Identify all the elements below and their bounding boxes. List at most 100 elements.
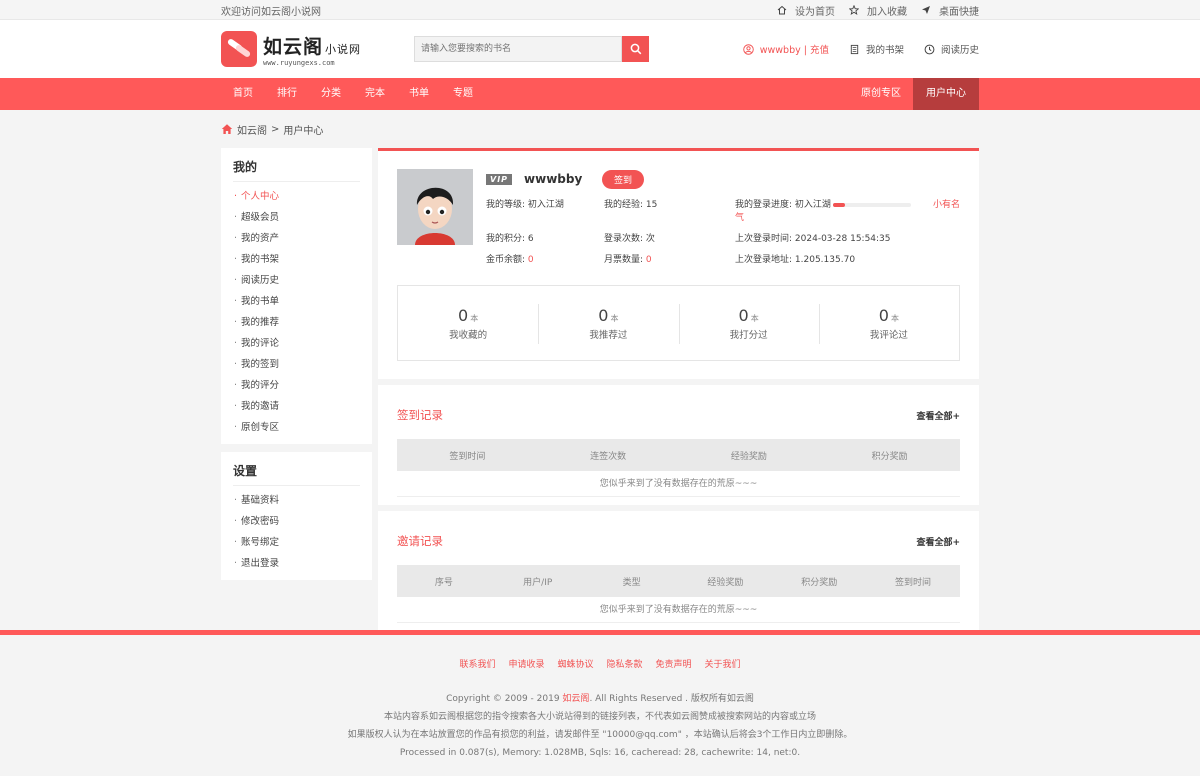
sidebar-item-personal-center[interactable]: 个人中心 bbox=[233, 186, 360, 207]
login-progress-bar bbox=[832, 202, 911, 207]
signin-record-card: 签到记录 查看全部+ 签到时间 连签次数 经验奖励 积分奖励 您似乎来到了没有数… bbox=[378, 385, 979, 505]
nav-category[interactable]: 分类 bbox=[309, 78, 353, 110]
signin-empty-message: 您似乎来到了没有数据存在的荒原~~~ bbox=[397, 471, 960, 497]
exp-label: 我的经验: bbox=[604, 200, 644, 210]
level-value: 初入江湖 bbox=[527, 200, 564, 210]
user-account-link[interactable]: wwwbby | 充值 bbox=[743, 42, 829, 56]
search-bar bbox=[414, 36, 649, 62]
column-header: 用户/IP bbox=[523, 577, 553, 588]
sidebar-item-invites[interactable]: 我的邀请 bbox=[233, 396, 360, 417]
footer-link-privacy[interactable]: 隐私条款 bbox=[607, 657, 643, 670]
exp-value: 15 bbox=[645, 200, 658, 210]
sidebar-item-signin[interactable]: 我的签到 bbox=[233, 354, 360, 375]
footer-brand-link[interactable]: 如云阁 bbox=[562, 694, 589, 704]
profile-username: wwwbby bbox=[524, 172, 583, 186]
signin-view-all-link[interactable]: 查看全部+ bbox=[916, 409, 960, 422]
nav-user-center[interactable]: 用户中心 bbox=[913, 78, 979, 110]
coins-label: 金币余额: bbox=[486, 255, 526, 265]
site-footer: 联系我们 申请收录 蜘蛛协议 隐私条款 免责声明 关于我们 Copyright … bbox=[0, 630, 1200, 776]
column-header: 积分奖励 bbox=[801, 577, 838, 588]
sidebar-item-ratings[interactable]: 我的评分 bbox=[233, 375, 360, 396]
signin-table-header: 签到时间 连签次数 经验奖励 积分奖励 bbox=[397, 439, 960, 471]
search-icon bbox=[630, 43, 641, 55]
last-login-time: 2024-03-28 15:54:35 bbox=[794, 234, 891, 244]
footer-processing-info: Processed in 0.087(s), Memory: 1.028MB, … bbox=[399, 748, 801, 758]
sidebar-item-recommend[interactable]: 我的推荐 bbox=[233, 312, 360, 333]
sidebar-item-change-password[interactable]: 修改密码 bbox=[233, 511, 360, 532]
breadcrumb-home[interactable]: 如云阁 bbox=[237, 122, 267, 137]
logins-value: 次 bbox=[645, 234, 655, 244]
progress-label: 我的登录进度: bbox=[735, 200, 793, 210]
content-area: VIP wwwbby 签到 我的等级: 初入江湖 我的经验: 15 我的登录进度… bbox=[378, 148, 979, 637]
nav-home[interactable]: 首页 bbox=[221, 78, 265, 110]
count-rated[interactable]: 0本 我打分过 bbox=[678, 286, 819, 360]
logins-label: 登录次数: bbox=[604, 234, 644, 244]
nav-booklist[interactable]: 书单 bbox=[397, 78, 441, 110]
sidebar-settings-title: 设置 bbox=[233, 462, 360, 486]
set-homepage-link[interactable]: 设为首页 bbox=[777, 3, 835, 18]
sidebar-item-history[interactable]: 阅读历史 bbox=[233, 270, 360, 291]
column-header: 签到时间 bbox=[895, 577, 932, 588]
home-icon bbox=[221, 124, 233, 134]
top-bar: 欢迎访问如云阁小说网 设为首页 加入收藏 桌面快捷 bbox=[0, 0, 1200, 20]
column-header: 积分奖励 bbox=[871, 451, 908, 462]
invite-table-header: 序号 用户/IP 类型 经验奖励 积分奖励 签到时间 bbox=[397, 565, 960, 597]
profile-stats: 我的等级: 初入江湖 我的经验: 15 我的登录进度: 初入江湖 小有名气 我的积… bbox=[486, 197, 960, 265]
signin-button[interactable]: 签到 bbox=[602, 169, 645, 189]
search-input[interactable] bbox=[414, 36, 622, 62]
bookshelf-link[interactable]: 我的书架 bbox=[849, 42, 904, 56]
signin-record-title: 签到记录 bbox=[397, 408, 443, 422]
nav-ranking[interactable]: 排行 bbox=[265, 78, 309, 110]
search-button[interactable] bbox=[622, 36, 649, 62]
history-link[interactable]: 阅读历史 bbox=[924, 42, 979, 56]
nav-original[interactable]: 原创专区 bbox=[849, 78, 913, 110]
star-icon bbox=[849, 5, 859, 15]
book-icon bbox=[850, 44, 859, 54]
desktop-shortcut-link[interactable]: 桌面快捷 bbox=[921, 3, 979, 18]
breadcrumb: 如云阁 > 用户中心 bbox=[221, 110, 979, 148]
sidebar-item-comments[interactable]: 我的评论 bbox=[233, 333, 360, 354]
logo-url: www.ruyungexs.com bbox=[263, 58, 335, 67]
nav-topics[interactable]: 专题 bbox=[441, 78, 485, 110]
invite-view-all-link[interactable]: 查看全部+ bbox=[916, 535, 960, 548]
footer-link-contact[interactable]: 联系我们 bbox=[459, 657, 495, 670]
clock-icon bbox=[924, 44, 935, 54]
tickets-label: 月票数量: bbox=[604, 255, 644, 265]
sidebar-item-account-binding[interactable]: 账号绑定 bbox=[233, 532, 360, 553]
footer-copyright-notice: 如果版权人认为在本站放置您的作品有损您的利益，请发邮件至 "10000@qq.c… bbox=[347, 730, 853, 740]
sidebar-item-logout[interactable]: 退出登录 bbox=[233, 553, 360, 574]
last-login-ip: 1.205.135.70 bbox=[794, 255, 856, 265]
sidebar-item-super-member[interactable]: 超级会员 bbox=[233, 207, 360, 228]
vip-badge: VIP bbox=[486, 173, 513, 185]
main-nav: 首页 排行 分类 完本 书单 专题 原创专区 用户中心 bbox=[0, 78, 1200, 110]
sidebar: 我的 个人中心 超级会员 我的资产 我的书架 阅读历史 我的书单 我的推荐 我的… bbox=[221, 148, 372, 588]
count-recommended[interactable]: 0本 我推荐过 bbox=[538, 286, 678, 360]
tickets-value: 0 bbox=[645, 255, 652, 265]
sidebar-item-basic-info[interactable]: 基础资料 bbox=[233, 490, 360, 511]
footer-link-disclaimer[interactable]: 免责声明 bbox=[656, 657, 692, 670]
breadcrumb-separator: > bbox=[271, 123, 280, 135]
add-favorite-link[interactable]: 加入收藏 bbox=[849, 3, 907, 18]
footer-link-submit[interactable]: 申请收录 bbox=[508, 657, 544, 670]
column-header: 经验奖励 bbox=[730, 451, 767, 462]
user-links: wwwbby | 充值 我的书架 阅读历史 bbox=[743, 42, 979, 56]
sidebar-settings-section: 设置 基础资料 修改密码 账号绑定 退出登录 bbox=[221, 452, 372, 580]
sidebar-item-booklist[interactable]: 我的书单 bbox=[233, 291, 360, 312]
user-icon bbox=[743, 43, 754, 55]
footer-link-about[interactable]: 关于我们 bbox=[705, 657, 741, 670]
sidebar-item-assets[interactable]: 我的资产 bbox=[233, 228, 360, 249]
site-header: 如云阁小说网 www.ruyungexs.com wwwbby | 充值 我的书… bbox=[0, 20, 1200, 78]
count-summary: 0本 我收藏的 0本 我推荐过 0本 我打分过 0本 我评论过 bbox=[397, 285, 960, 361]
count-favorites[interactable]: 0本 我收藏的 bbox=[398, 286, 538, 360]
sidebar-item-original[interactable]: 原创专区 bbox=[233, 417, 360, 438]
coins-value: 0 bbox=[527, 255, 534, 265]
sidebar-item-bookshelf[interactable]: 我的书架 bbox=[233, 249, 360, 270]
points-value: 6 bbox=[527, 234, 534, 244]
count-commented[interactable]: 0本 我评论过 bbox=[818, 286, 959, 360]
footer-link-spider[interactable]: 蜘蛛协议 bbox=[557, 657, 593, 670]
site-logo[interactable]: 如云阁 小说网 www.ruyungexs.com bbox=[221, 31, 414, 67]
last-login-time-label: 上次登录时间: bbox=[735, 234, 793, 244]
logo-mark-icon bbox=[221, 31, 257, 67]
level-label: 我的等级: bbox=[486, 200, 526, 210]
nav-finished[interactable]: 完本 bbox=[353, 78, 397, 110]
